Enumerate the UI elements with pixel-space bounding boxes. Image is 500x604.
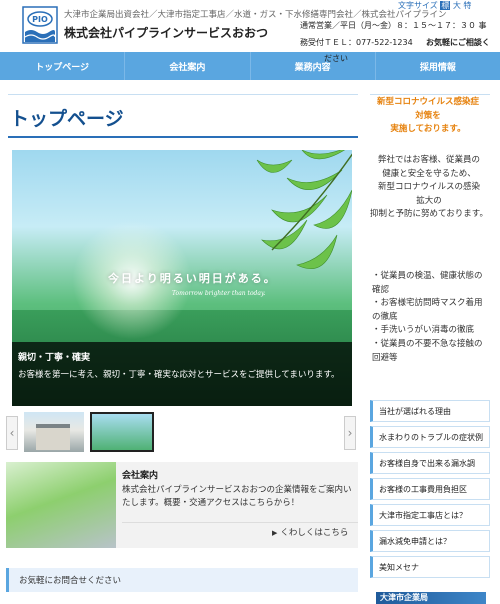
- company-info-title: 会社案内: [122, 471, 159, 481]
- covid-measure-item: ・手洗いうがい消毒の徹底: [372, 325, 475, 336]
- hero-slogan-english: Tomorrow brighter than today.: [172, 290, 266, 297]
- site-tagline: 大津市企業局出資会社／大津市指定工事店／水道・ガス・下水修繕専門会社／株式会社パ…: [64, 10, 447, 20]
- sidebar-top-rule: [370, 94, 490, 95]
- slider-thumbnails: ‹ ›: [6, 410, 358, 456]
- nav-item-services[interactable]: 業務内容: [251, 52, 376, 80]
- company-info-image: [6, 462, 116, 548]
- covid-notice-body: 弊社ではお客様、従業員の 健康と安全を守るため、 新型コロナウイルスの感染 拡大…: [370, 154, 488, 222]
- global-nav: トップページ 会社案内 業務内容 採用情報: [0, 52, 500, 80]
- title-top-rule: [8, 94, 358, 95]
- slider-thumbnail-forest[interactable]: [90, 412, 154, 452]
- business-hours: 通常営業／平日（月〜金）８：１５〜１７：３０ 事: [300, 21, 487, 30]
- slider-next-button[interactable]: ›: [344, 416, 356, 450]
- waterworks-bureau-banner[interactable]: 大津市企業局: [376, 592, 486, 604]
- covid-measure-item: ・お客様宅訪問時マスク着用の徹底: [372, 298, 483, 322]
- company-name[interactable]: 株式会社パイプラインサービスおおつ: [64, 24, 268, 41]
- nav-item-recruit[interactable]: 採用情報: [376, 52, 500, 80]
- company-info-card: 会社案内 株式会社パイプラインサービスおおつの企業情報をご案内いたします。概要・…: [6, 462, 358, 548]
- phone-number: 務受付ＴＥＬ：077-522-1234: [300, 38, 413, 47]
- slider-thumbnail-building[interactable]: [24, 412, 84, 452]
- covid-measure-item: ・従業員の検温、健康状態の確認: [372, 271, 483, 295]
- company-info-divider: [122, 522, 358, 523]
- page-title: トップページ: [10, 108, 124, 130]
- company-info-more-link[interactable]: くわしくはこちら: [272, 526, 348, 538]
- font-size-xlarge-button[interactable]: 特: [463, 1, 471, 10]
- contact-heading: お気軽にお問合せください: [6, 568, 358, 592]
- covid-notice-title: 新型コロナウイルス感染症 対策を 実施しております。: [366, 96, 490, 137]
- company-info-text: 株式会社パイプラインサービスおおつの企業情報をご案内いたします。概要・交通アクセ…: [122, 485, 352, 509]
- hero-leaves-image: [256, 150, 352, 270]
- svg-text:PIO: PIO: [32, 15, 48, 24]
- covid-notice-line: 健康と安全を守るため、: [382, 168, 476, 179]
- hero-caption-title: 親切・丁寧・確実: [18, 353, 91, 363]
- covid-notice-title-line2: 対策を: [415, 110, 441, 121]
- sidebar-link-leak-check[interactable]: お客様自身で出来る漏水調: [370, 452, 490, 474]
- sidebar-link-designated-contractor[interactable]: 大津市指定工事店とは？: [370, 504, 490, 526]
- sidebar-link-cost-division[interactable]: お客様の工事費用負担区: [370, 478, 490, 500]
- sidebar-link-mecenat[interactable]: 美知メセナ: [370, 556, 490, 578]
- covid-notice-title-line3: 実施しております。: [390, 124, 466, 135]
- covid-notice-line: 弊社ではお客様、従業員の: [377, 155, 480, 165]
- font-size-label: 文字サイズ: [398, 1, 438, 10]
- nav-item-company[interactable]: 会社案内: [125, 52, 251, 80]
- covid-measure-item: ・従業員の不要不急な接触の回避等: [372, 338, 483, 363]
- hero-caption: 親切・丁寧・確実 お客様を第一に考え、親切・丁寧・確実な応対とサービスをご提供し…: [12, 342, 352, 406]
- covid-measures-list: ・従業員の検温、健康状態の確認 ・お客様宅訪問時マスク着用の徹底 ・手洗いうがい…: [372, 270, 490, 365]
- sidebar-link-reasons[interactable]: 当社が選ばれる理由: [370, 400, 490, 422]
- covid-notice-line: 新型コロナウイルスの感染: [377, 182, 480, 193]
- pio-logo-icon[interactable]: PIO: [22, 6, 58, 44]
- font-size-standard-button[interactable]: 標: [440, 1, 451, 10]
- nav-item-top[interactable]: トップページ: [0, 52, 126, 80]
- hero-caption-text: お客様を第一に考え、親切・丁寧・確実な応対とサービスをご提供してまいります。: [18, 370, 340, 380]
- hero-slogan: 今日より明るい明日がある。: [108, 272, 277, 285]
- sidebar-links: 当社が選ばれる理由 水まわりのトラブルの症状例 お客様自身で出来る漏水調 お客様…: [370, 400, 490, 582]
- title-bottom-rule: [8, 136, 358, 138]
- font-size-large-button[interactable]: 大: [453, 1, 461, 10]
- contact-cta: お気軽にご相談く: [426, 38, 490, 47]
- sidebar-link-trouble-examples[interactable]: 水まわりのトラブルの症状例: [370, 426, 490, 448]
- covid-notice-line: 拡大の: [416, 195, 442, 206]
- covid-notice-title-line1: 新型コロナウイルス感染症: [376, 97, 479, 107]
- hero-slider[interactable]: 今日より明るい明日がある。 Tomorrow brighter than tod…: [12, 150, 352, 406]
- business-hours-overflow: ださい: [324, 54, 348, 63]
- sidebar-link-leak-reduction[interactable]: 漏水減免申請とは？: [370, 530, 490, 552]
- font-size-switcher: 文字サイズ 標 大 特: [398, 0, 471, 11]
- slider-prev-button[interactable]: ‹: [6, 416, 18, 450]
- covid-notice-line: 抑制と予防に努めております。: [370, 209, 488, 220]
- site-header: PIO 大津市企業局出資会社／大津市指定工事店／水道・ガス・下水修繕専門会社／株…: [0, 0, 500, 52]
